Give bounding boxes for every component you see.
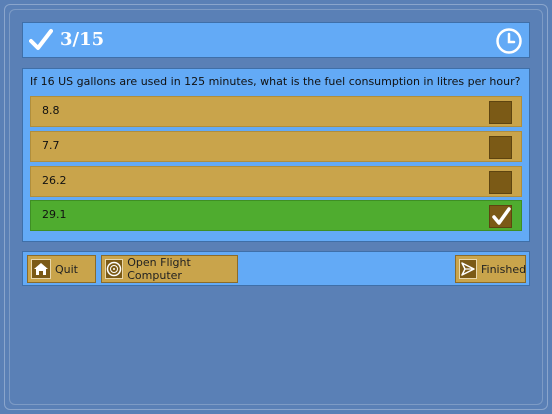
answer-label: 8.8 xyxy=(42,104,60,117)
answer-label: 26.2 xyxy=(42,174,67,187)
quit-label: Quit xyxy=(55,262,78,276)
flight-computer-icon xyxy=(105,259,124,279)
answer-label: 29.1 xyxy=(42,208,67,221)
check-icon xyxy=(29,29,53,50)
question-panel: If 16 US gallons are used in 125 minutes… xyxy=(22,68,530,242)
answer-option-1[interactable]: 8.8 xyxy=(30,96,522,127)
answer-option-4[interactable]: 29.1 xyxy=(30,200,522,231)
home-icon xyxy=(31,259,51,279)
question-text: If 16 US gallons are used in 125 minutes… xyxy=(30,75,521,88)
open-flight-computer-button[interactable]: Open Flight Computer xyxy=(101,255,238,283)
answer-checkbox[interactable] xyxy=(489,136,512,159)
answer-label: 7.7 xyxy=(42,139,60,152)
flight-computer-label: Open Flight Computer xyxy=(127,256,191,282)
finished-button[interactable]: Finished xyxy=(455,255,526,283)
answer-option-3[interactable]: 26.2 xyxy=(30,166,522,197)
check-icon xyxy=(492,207,511,225)
quit-button[interactable]: Quit xyxy=(27,255,96,283)
bottom-toolbar: Quit Open Flight Computer Finished xyxy=(22,251,530,286)
send-icon xyxy=(459,259,477,279)
answer-checkbox-checked[interactable] xyxy=(489,205,512,228)
question-progress: 3/15 xyxy=(60,29,105,50)
answer-option-2[interactable]: 7.7 xyxy=(30,131,522,162)
finished-label: Finished xyxy=(481,262,527,276)
clock-icon[interactable] xyxy=(495,27,523,55)
answer-checkbox[interactable] xyxy=(489,101,512,124)
header-bar: 3/15 xyxy=(22,22,530,58)
answer-checkbox[interactable] xyxy=(489,171,512,194)
